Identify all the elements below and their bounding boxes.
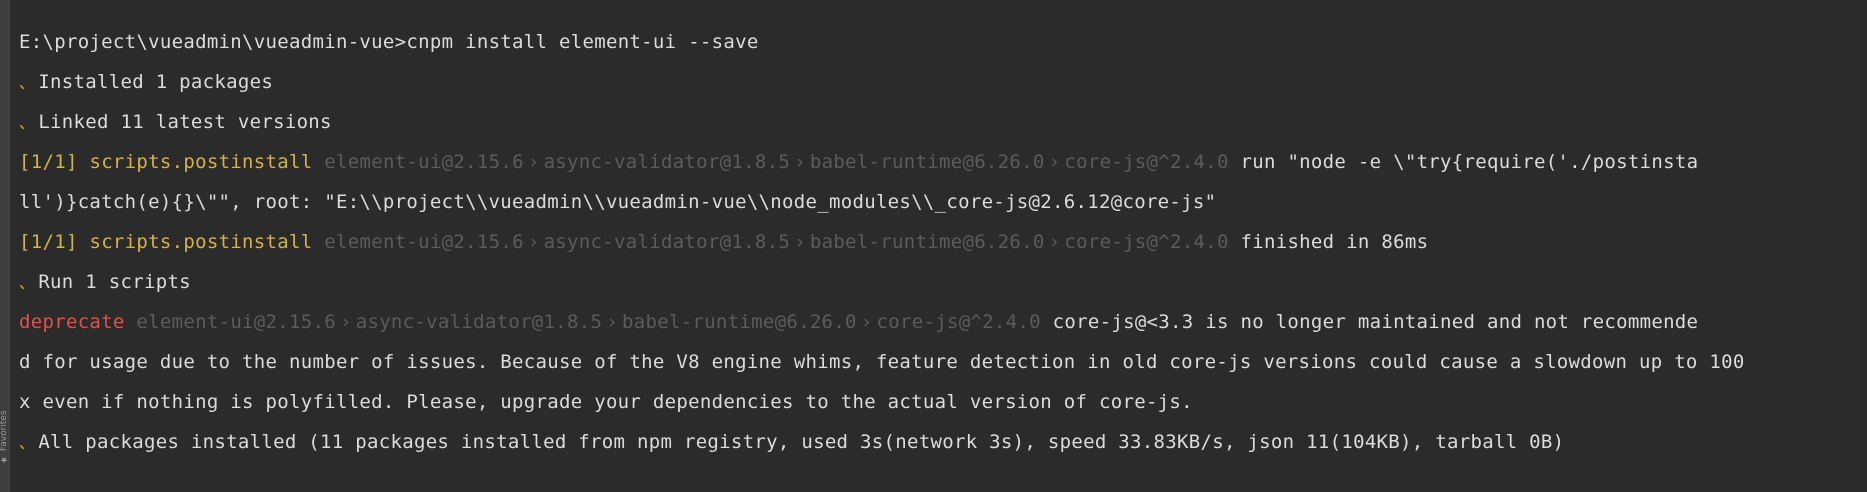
dependency-chain-item: core-js@^2.4.0 — [876, 311, 1041, 333]
output-line-postinstall-run: [1/1] scripts.postinstall element-ui@2.1… — [19, 142, 1867, 182]
chain-separator-icon: › — [606, 311, 618, 333]
linked-text: Linked 11 latest versions — [38, 111, 332, 133]
output-line-run-scripts: 、 Run 1 scripts — [19, 262, 1867, 302]
deprecate-message-cont: x even if nothing is polyfilled. Please,… — [19, 391, 1193, 413]
output-line-deprecate-cont-1: d for usage due to the number of issues.… — [19, 342, 1867, 382]
left-tool-strip: ★ Favorites — [0, 0, 11, 492]
dependency-chain-item: async-validator@1.8.5 — [543, 151, 791, 173]
deprecate-message-cont: d for usage due to the number of issues.… — [19, 351, 1745, 373]
dependency-chain-item: async-validator@1.8.5 — [543, 231, 791, 253]
chain-separator-icon: › — [527, 151, 540, 173]
output-line-installed: 、 Installed 1 packages — [19, 62, 1867, 102]
bullet-icon: 、 — [19, 114, 35, 132]
postinstall-label: scripts.postinstall — [89, 151, 313, 173]
bullet-icon: 、 — [19, 274, 35, 292]
output-line-summary: 、 All packages installed (11 packages ins… — [19, 422, 1867, 462]
output-line-linked: 、 Linked 11 latest versions — [19, 102, 1867, 142]
chain-separator-icon: › — [794, 231, 806, 253]
terminal-window[interactable]: ★ Favorites E:\project\vueadmin\vueadmin… — [0, 0, 1867, 492]
bullet-icon: 、 — [19, 74, 35, 92]
command-text: cnpm install element-ui --save — [406, 31, 759, 53]
favorites-tab[interactable]: ★ Favorites — [0, 402, 10, 472]
dependency-chain-item: core-js@^2.4.0 — [1064, 151, 1229, 173]
installed-text: Installed 1 packages — [38, 71, 274, 93]
summary-text: All packages installed (11 packages inst… — [38, 431, 1565, 453]
dependency-chain-item: babel-runtime@6.26.0 — [809, 231, 1045, 253]
terminal-output: E:\project\vueadmin\vueadmin-vue>cnpm in… — [19, 22, 1867, 462]
dependency-chain-item: babel-runtime@6.26.0 — [809, 151, 1045, 173]
dependency-chain-item: babel-runtime@6.26.0 — [622, 311, 857, 333]
postinstall-tag: [1/1] — [19, 151, 78, 173]
dependency-chain-item: element-ui@2.15.6 — [324, 151, 524, 173]
output-line-deprecate-cont-2: x even if nothing is polyfilled. Please,… — [19, 382, 1867, 422]
postinstall-message-cont: ll')}catch(e){}\"", root: "E:\\project\\… — [19, 191, 1217, 213]
dependency-chain-item: element-ui@2.15.6 — [324, 231, 524, 253]
postinstall-tag: [1/1] — [19, 231, 78, 253]
chain-separator-icon: › — [794, 151, 806, 173]
output-line-deprecate: deprecate element-ui@2.15.6 › async-valida… — [19, 302, 1867, 342]
prompt-path: E:\project\vueadmin\vueadmin-vue> — [19, 31, 407, 53]
bullet-icon: 、 — [19, 434, 35, 452]
output-line-postinstall-run-cont: ll')}catch(e){}\"", root: "E:\\project\\… — [19, 182, 1867, 222]
chain-separator-icon: › — [527, 231, 540, 253]
dependency-chain-item: element-ui@2.15.6 — [136, 311, 336, 333]
dependency-chain-item: core-js@^2.4.0 — [1064, 231, 1229, 253]
command-line: E:\project\vueadmin\vueadmin-vue>cnpm in… — [19, 22, 1867, 62]
deprecate-label: deprecate — [19, 311, 125, 333]
dependency-chain-item: async-validator@1.8.5 — [355, 311, 603, 333]
output-line-postinstall-finished: [1/1] scripts.postinstall element-ui@2.1… — [19, 222, 1867, 262]
chain-separator-icon: › — [1048, 151, 1061, 173]
chain-separator-icon: › — [1048, 231, 1061, 253]
run-scripts-text: Run 1 scripts — [38, 271, 191, 293]
star-icon: ★ — [0, 453, 9, 464]
chain-separator-icon: › — [860, 311, 873, 333]
favorites-tab-label: Favorites — [0, 410, 9, 451]
postinstall-message: run "node -e \"try{require('./postinsta — [1240, 151, 1699, 173]
postinstall-label: scripts.postinstall — [89, 231, 313, 253]
deprecate-message: core-js@<3.3 is no longer maintained and… — [1052, 311, 1699, 333]
postinstall-finished-message: finished in 86ms — [1240, 231, 1429, 253]
chain-separator-icon: › — [339, 311, 352, 333]
